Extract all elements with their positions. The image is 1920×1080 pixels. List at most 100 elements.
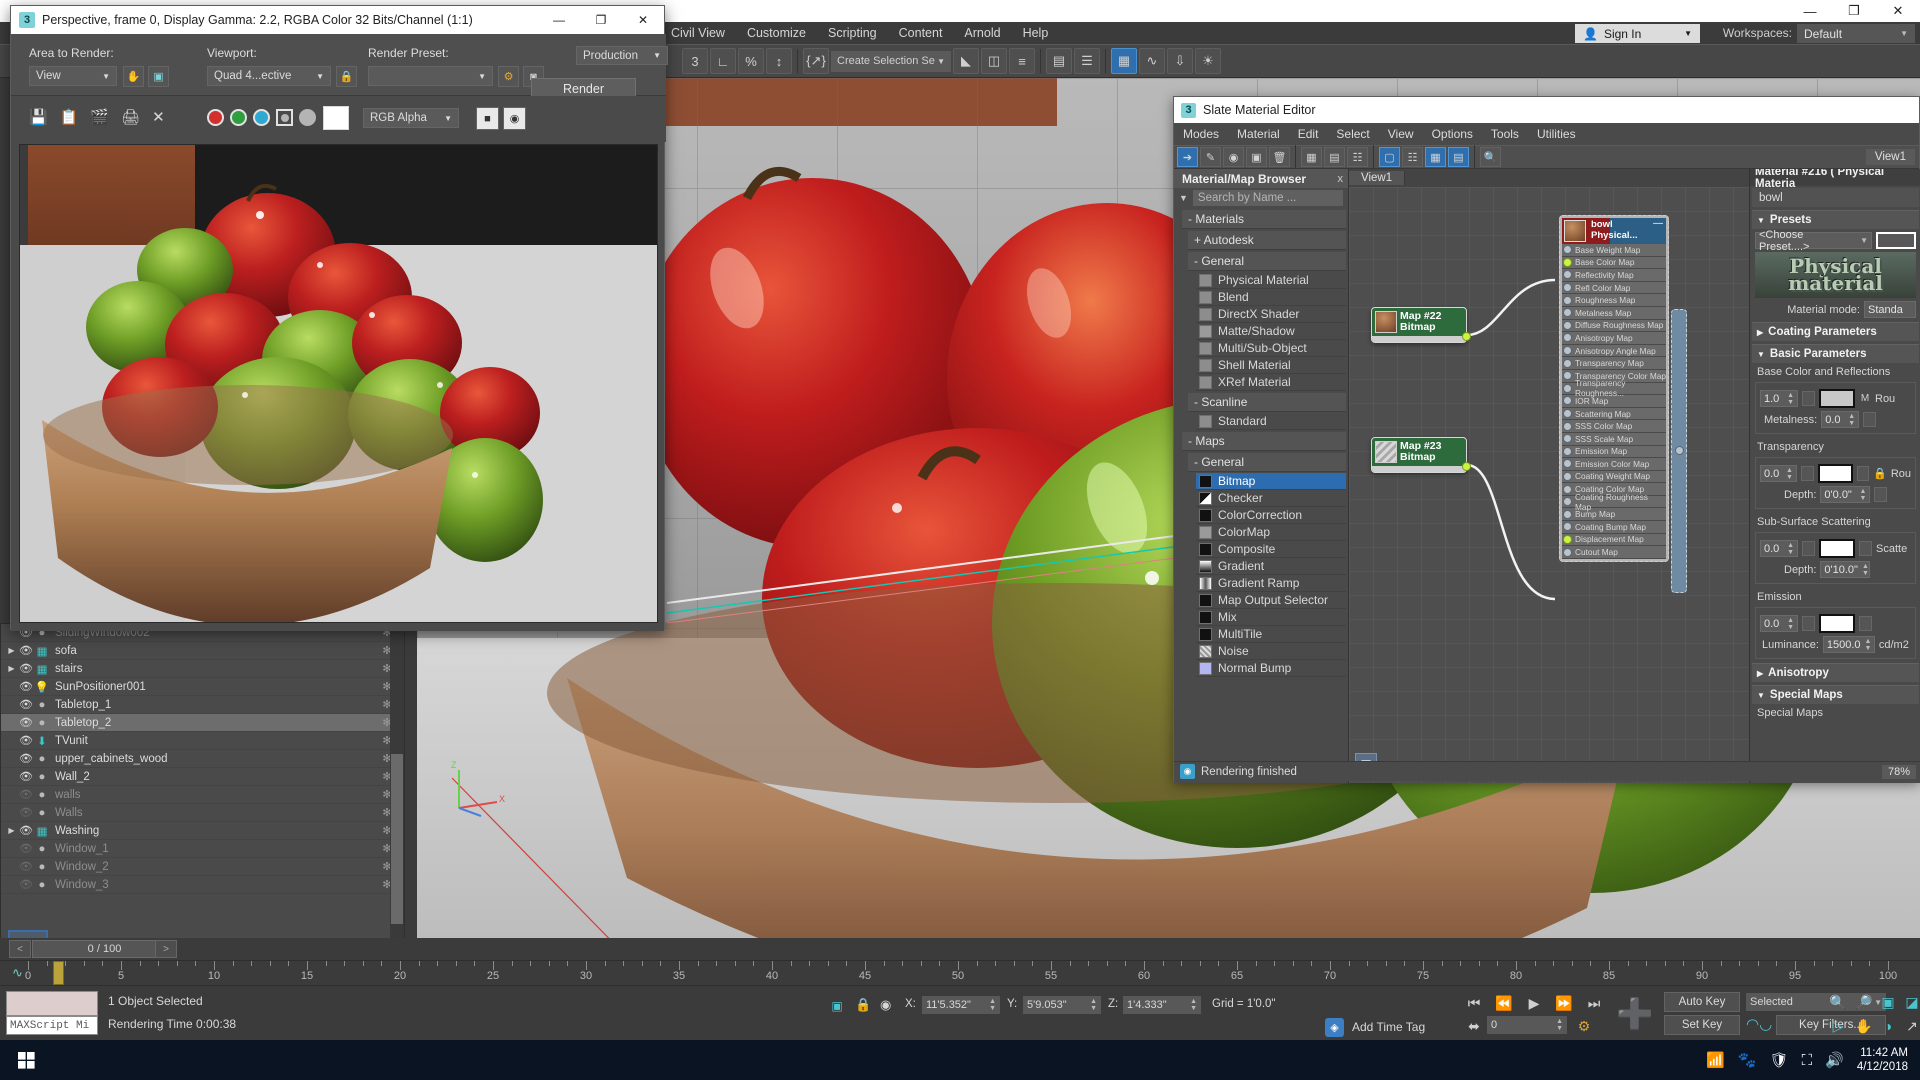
toolbar-named-set-icon[interactable]: {↗}	[803, 48, 829, 74]
chevron-down-icon[interactable]: ▼	[1179, 193, 1188, 203]
next-key-icon[interactable]: ⏩	[1552, 991, 1576, 1015]
material-input-slot[interactable]: Coating Bump Map	[1562, 521, 1666, 534]
next-frame-button[interactable]: >	[155, 940, 177, 958]
rollout-anisotropy[interactable]: ▶ Anisotropy	[1752, 663, 1919, 682]
absolute-mode-icon[interactable]: ◉	[880, 997, 891, 1013]
slot-socket[interactable]	[1563, 497, 1572, 507]
browser-item[interactable]: Multi/Sub-Object	[1196, 340, 1346, 357]
browser-item[interactable]: XRef Material	[1196, 374, 1346, 391]
curve-editor-icon[interactable]: ∿	[12, 965, 23, 981]
slot-socket[interactable]	[1563, 257, 1572, 267]
parameter-editor-toggle-icon[interactable]: ☷	[1402, 147, 1423, 167]
visibility-eye-icon[interactable]: 👁	[18, 680, 34, 693]
scene-explorer-row[interactable]: 👁 💡 SunPositioner001 ✻	[1, 678, 404, 696]
menu-content[interactable]: Content	[888, 24, 954, 42]
move-children-icon[interactable]: ▦	[1301, 147, 1322, 167]
slot-socket[interactable]	[1563, 396, 1572, 406]
edit-region-icon[interactable]: ✋	[123, 66, 144, 87]
visibility-eye-icon[interactable]: 👁	[18, 698, 34, 711]
browser-group[interactable]: + Autodesk	[1188, 231, 1346, 250]
delete-icon[interactable]: 🗑	[1269, 147, 1290, 167]
layout-all-icon[interactable]: ▤	[1324, 147, 1345, 167]
emission-field[interactable]: 0.0 ▲ ▼	[1760, 615, 1798, 632]
minimize-icon[interactable]: —	[538, 6, 580, 34]
rollout-coating[interactable]: ▶ Coating Parameters	[1752, 322, 1919, 341]
spinner-icon[interactable]: ▲ ▼	[1186, 998, 1197, 1012]
visibility-eye-icon[interactable]: 👁	[18, 770, 34, 783]
paw-icon[interactable]: 🐾	[1738, 1051, 1757, 1069]
sss-map-button[interactable]	[1802, 541, 1815, 556]
slot-socket[interactable]	[1563, 509, 1572, 519]
node-map-23[interactable]: Map #23 Bitmap	[1371, 437, 1471, 473]
material-map-browser[interactable]: Material/Map Browser x ▼ Search by Name …	[1174, 169, 1349, 783]
map-22-output-socket[interactable]	[1462, 332, 1471, 341]
slot-socket[interactable]	[1563, 547, 1572, 557]
rollout-special-maps[interactable]: ▼ Special Maps	[1752, 685, 1919, 704]
toolbar-mirror-icon[interactable]: ◣	[953, 48, 979, 74]
save-image-icon[interactable]: 💾	[29, 108, 48, 126]
key-mode-toggle-icon[interactable]: ◠◡	[1746, 1015, 1772, 1033]
close-icon[interactable]: x	[1338, 173, 1344, 185]
material-input-slot[interactable]: Reflectivity Map	[1562, 269, 1666, 282]
browser-list[interactable]: - Materials + Autodesk - General Physical M…	[1174, 208, 1349, 783]
browser-item[interactable]: Standard	[1196, 413, 1346, 430]
sss-depth-field[interactable]: 0'10.0" ▲ ▼	[1820, 561, 1871, 578]
visibility-eye-icon[interactable]: 👁	[18, 752, 34, 765]
browser-item[interactable]: Checker	[1196, 490, 1346, 507]
viewport-select[interactable]: Quad 4...ective ▼	[207, 66, 331, 86]
browser-item[interactable]: Matte/Shadow	[1196, 323, 1346, 340]
visibility-eye-icon[interactable]: 👁	[18, 734, 34, 747]
browser-item[interactable]: Map Output Selector	[1196, 592, 1346, 609]
toolbar-layers-icon[interactable]: ☰	[1074, 48, 1100, 74]
area-to-render-select[interactable]: View ▼	[29, 66, 117, 86]
menu-scripting[interactable]: Scripting	[817, 24, 888, 42]
play-icon[interactable]: ▶	[1522, 991, 1546, 1015]
node-map-22[interactable]: Map #22 Bitmap	[1371, 307, 1471, 343]
channel-select[interactable]: RGB Alpha ▼	[363, 108, 459, 128]
slot-socket[interactable]	[1563, 484, 1572, 494]
field-of-view-icon[interactable]: ◪	[1900, 990, 1920, 1014]
base-color-swatch[interactable]	[1819, 389, 1855, 408]
expand-arrow-icon[interactable]: ▶	[5, 664, 18, 673]
slate-menu-utilities[interactable]: Utilities	[1528, 125, 1585, 143]
prev-key-icon[interactable]: ⏪	[1492, 991, 1516, 1015]
show-shaded-icon[interactable]: ▣	[1246, 147, 1267, 167]
browser-item[interactable]: Gradient Ramp	[1196, 575, 1346, 592]
slate-node-view[interactable]: View1 bowl Physical... — Base Weight Map…	[1349, 169, 1749, 783]
scene-explorer-row[interactable]: 👁 ● walls ✻	[1, 786, 404, 804]
select-tool-icon[interactable]: ➔	[1177, 147, 1198, 167]
slot-socket[interactable]	[1563, 471, 1572, 481]
browser-group[interactable]: - Materials	[1182, 210, 1346, 229]
visibility-eye-icon[interactable]: 👁	[18, 716, 34, 729]
track-bar[interactable]: ∿ 0 5 10 15 20 25 30 35 40 45 50 55 60 65 70 75 80 85 90 95…	[0, 960, 1920, 985]
node-canvas[interactable]: bowl Physical... — Base Weight Map Base C…	[1349, 187, 1749, 783]
close-icon[interactable]: ✕	[1876, 0, 1920, 22]
toolbar-material-editor-icon[interactable]: ☀	[1195, 48, 1221, 74]
scene-explorer[interactable]: 👁 ● SlidingWindow002 ✻ ▶ 👁 ▦ sofa ✻ ▶ 👁 ▦ stairs ✻ 👁 💡 S…	[0, 623, 405, 979]
transparency-color-swatch[interactable]	[1817, 464, 1853, 483]
browser-item[interactable]: Gradient	[1196, 558, 1346, 575]
auto-region-icon[interactable]: ▣	[148, 66, 169, 87]
goto-end-icon[interactable]: ⏭	[1582, 991, 1606, 1015]
toolbar-snaps-icon[interactable]: 3	[682, 48, 708, 74]
scene-explorer-row[interactable]: 👁 ● upper_cabinets_wood ✻	[1, 750, 404, 768]
scene-explorer-row[interactable]: 👁 ● Wall_2 ✻	[1, 768, 404, 786]
material-input-slot[interactable]: Transparency Roughness...	[1562, 378, 1666, 398]
current-frame-field[interactable]: 0 ▲ ▼	[1487, 1016, 1567, 1034]
lister-toggle-icon[interactable]: ▤	[1448, 147, 1469, 167]
thin-walled-checkbox[interactable]	[1874, 487, 1888, 502]
material-input-slot[interactable]: Scattering Map	[1562, 407, 1666, 421]
visibility-eye-icon[interactable]: 👁	[18, 860, 34, 873]
slot-socket[interactable]	[1563, 459, 1572, 469]
sss-color-swatch[interactable]	[1819, 539, 1855, 558]
scene-explorer-row[interactable]: 👁 ● Tabletop_1 ✻	[1, 696, 404, 714]
browser-item[interactable]: Physical Material	[1196, 272, 1346, 289]
toolbar-angle-snap-icon[interactable]: ∟	[710, 48, 736, 74]
clear-image-icon[interactable]: ✕	[152, 108, 165, 126]
search-input[interactable]: Search by Name ...	[1192, 190, 1343, 206]
emission-map-button[interactable]	[1802, 616, 1815, 631]
mono-channel-icon[interactable]	[299, 109, 316, 126]
selection-lock-region-icon[interactable]: ▣	[828, 997, 846, 1014]
slot-socket[interactable]	[1563, 371, 1572, 381]
material-input-slot[interactable]: Anisotropy Map	[1562, 332, 1666, 345]
